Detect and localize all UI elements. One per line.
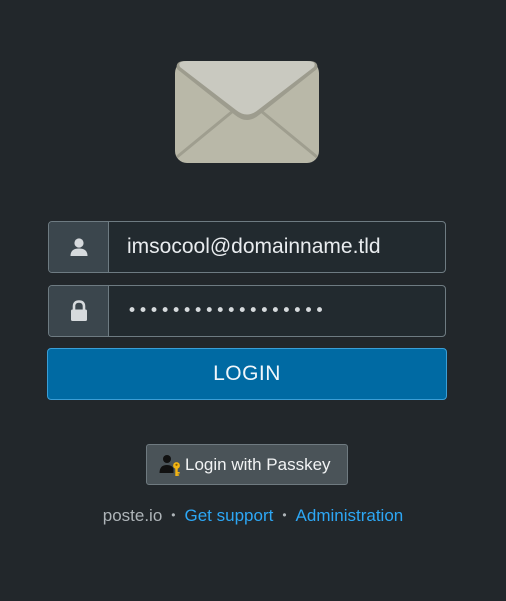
- email-addon: [49, 222, 109, 272]
- footer-separator: •: [282, 508, 287, 522]
- login-button[interactable]: LOGIN: [47, 348, 447, 400]
- get-support-link[interactable]: Get support: [185, 506, 274, 525]
- email-field: [48, 221, 446, 273]
- administration-link[interactable]: Administration: [296, 506, 404, 525]
- user-key-icon: [159, 454, 180, 476]
- app-logo: [175, 61, 319, 163]
- footer-separator: •: [171, 508, 176, 522]
- user-icon: [70, 238, 87, 256]
- password-field: ••••••••••••••••••: [48, 285, 446, 337]
- password-addon: [49, 286, 109, 336]
- passkey-label: Login with Passkey: [185, 454, 331, 474]
- login-with-passkey-button[interactable]: Login with Passkey: [146, 444, 348, 485]
- email-input[interactable]: [109, 222, 445, 272]
- envelope-icon: [175, 61, 319, 163]
- lock-icon: [70, 300, 87, 321]
- footer: poste.io • Get support • Administration: [0, 505, 506, 528]
- footer-brand: poste.io: [102, 506, 163, 525]
- password-input[interactable]: ••••••••••••••••••: [109, 286, 445, 336]
